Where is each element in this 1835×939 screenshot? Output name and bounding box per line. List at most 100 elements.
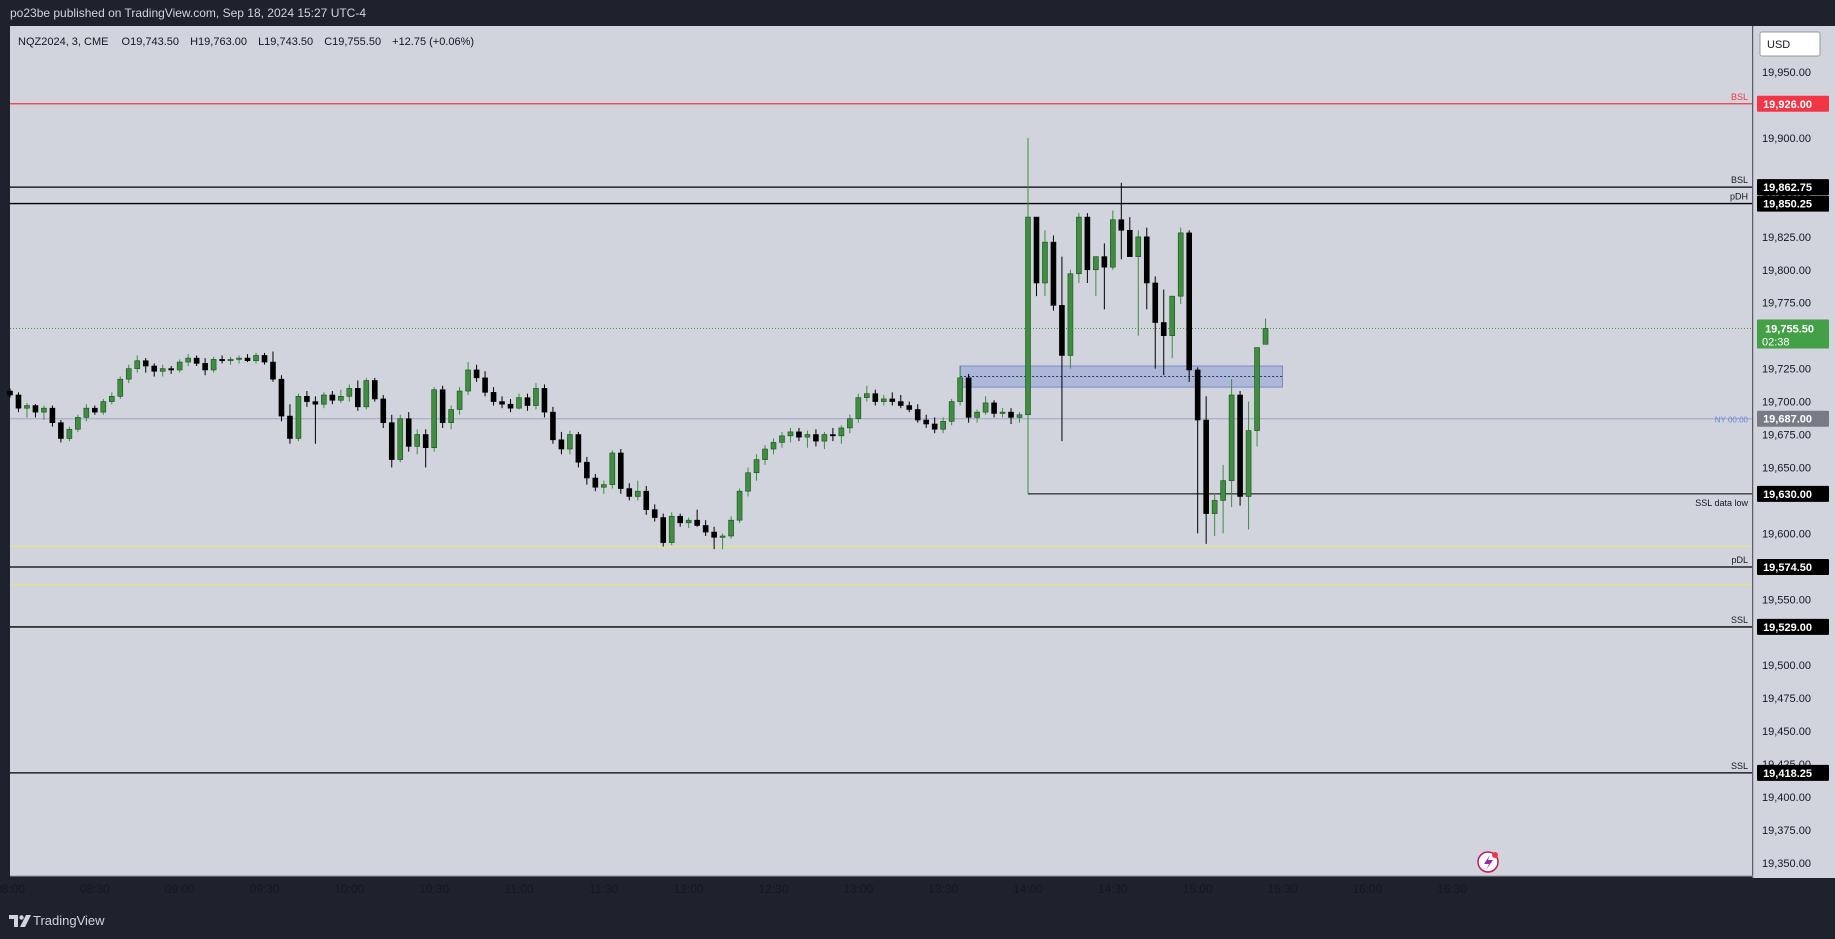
candle-body[interactable] — [762, 448, 768, 460]
candle-body[interactable] — [7, 390, 13, 396]
candle-body[interactable] — [813, 434, 819, 442]
candle-body[interactable] — [931, 423, 938, 430]
candle-body[interactable] — [321, 394, 327, 405]
candle-body[interactable] — [948, 401, 955, 422]
candle-body[interactable] — [601, 484, 607, 488]
candle-body[interactable] — [838, 427, 845, 437]
candle-body[interactable] — [1118, 219, 1125, 231]
candle-body[interactable] — [227, 359, 234, 362]
candle-body[interactable] — [1025, 216, 1031, 416]
candle-body[interactable] — [1186, 232, 1192, 371]
candle-body[interactable] — [1262, 328, 1269, 345]
candle-body[interactable] — [897, 401, 904, 406]
candle-body[interactable] — [702, 525, 709, 533]
candle-body[interactable] — [456, 390, 463, 410]
candle-body[interactable] — [363, 380, 370, 408]
candle-body[interactable] — [219, 359, 225, 362]
candle-body[interactable] — [889, 398, 896, 402]
candle-body[interactable] — [261, 355, 268, 363]
candle-body[interactable] — [855, 397, 862, 420]
candle-body[interactable] — [295, 396, 302, 439]
candle-body[interactable] — [626, 488, 633, 497]
candle-body[interactable] — [507, 403, 514, 409]
candle-body[interactable] — [728, 519, 734, 537]
candle-body[interactable] — [414, 434, 421, 447]
candle-body[interactable] — [872, 393, 879, 402]
candle-body[interactable] — [92, 407, 98, 413]
candle-body[interactable] — [371, 380, 378, 400]
candle-body[interactable] — [779, 435, 785, 443]
candle-body[interactable] — [592, 477, 599, 488]
candle-body[interactable] — [312, 401, 319, 405]
candle-body[interactable] — [940, 421, 946, 430]
candle-body[interactable] — [558, 439, 565, 450]
candle-body[interactable] — [32, 405, 39, 413]
candle-body[interactable] — [1127, 229, 1133, 257]
candle-body[interactable] — [914, 409, 921, 421]
candle-body[interactable] — [24, 405, 30, 409]
candle-body[interactable] — [533, 388, 539, 406]
candle-body[interactable] — [304, 396, 310, 402]
candle-body[interactable] — [906, 405, 913, 410]
candle-body[interactable] — [176, 361, 183, 371]
candle-body[interactable] — [1076, 216, 1082, 275]
candle-body[interactable] — [957, 377, 963, 402]
candle-body[interactable] — [524, 397, 531, 406]
candle-body[interactable] — [100, 401, 107, 413]
candle-body[interactable] — [397, 418, 404, 460]
candle-body[interactable] — [439, 389, 446, 423]
candle-body[interactable] — [711, 531, 717, 538]
candle-body[interactable] — [168, 368, 174, 371]
candle-body[interactable] — [287, 415, 293, 439]
candle-body[interactable] — [75, 417, 81, 430]
candle-body[interactable] — [575, 434, 582, 463]
candle-body[interactable] — [329, 394, 336, 401]
candle-body[interactable] — [1110, 219, 1116, 268]
candle-body[interactable] — [1033, 216, 1040, 284]
candle-body[interactable] — [745, 472, 751, 492]
candle-body[interactable] — [66, 428, 73, 439]
candle-body[interactable] — [1084, 216, 1091, 271]
candle-body[interactable] — [1203, 419, 1209, 514]
candle-body[interactable] — [388, 422, 395, 460]
candle-body[interactable] — [473, 369, 480, 379]
candle-body[interactable] — [338, 396, 344, 401]
candle-body[interactable] — [736, 490, 743, 521]
candle-body[interactable] — [270, 361, 276, 380]
candle-body[interactable] — [685, 519, 692, 524]
candle-body[interactable] — [193, 357, 200, 364]
candle-body[interactable] — [719, 535, 726, 538]
candle-body[interactable] — [117, 378, 124, 397]
candle-body[interactable] — [1152, 282, 1159, 323]
candle-body[interactable] — [346, 388, 353, 397]
candle-body[interactable] — [465, 369, 471, 392]
candle-body[interactable] — [236, 357, 242, 360]
candle-body[interactable] — [1016, 414, 1023, 418]
candle-body[interactable] — [1169, 295, 1176, 336]
candle-body[interactable] — [880, 398, 887, 402]
candle-body[interactable] — [1067, 273, 1074, 356]
candle-body[interactable] — [253, 355, 259, 362]
candle-body[interactable] — [660, 517, 667, 543]
candle-body[interactable] — [1042, 241, 1048, 284]
candle-body[interactable] — [796, 431, 802, 438]
candle-body[interactable] — [109, 396, 115, 402]
candle-body[interactable] — [847, 418, 853, 429]
candle-body[interactable] — [1245, 430, 1252, 497]
candle-body[interactable] — [787, 431, 794, 437]
candle-body[interactable] — [609, 452, 616, 485]
candle-body[interactable] — [753, 459, 760, 474]
candle-body[interactable] — [151, 365, 158, 372]
candle-body[interactable] — [83, 407, 90, 418]
candle-body[interactable] — [134, 360, 141, 369]
candle-body[interactable] — [668, 515, 675, 543]
candle-body[interactable] — [584, 461, 590, 479]
candle-body[interactable] — [550, 411, 556, 441]
candle-body[interactable] — [1093, 256, 1099, 271]
candle-body[interactable] — [405, 418, 412, 447]
candle-body[interactable] — [355, 388, 361, 408]
candle-body[interactable] — [1228, 394, 1235, 481]
candle-body[interactable] — [1059, 305, 1065, 356]
candle-body[interactable] — [1160, 322, 1167, 336]
candle-body[interactable] — [634, 490, 641, 497]
